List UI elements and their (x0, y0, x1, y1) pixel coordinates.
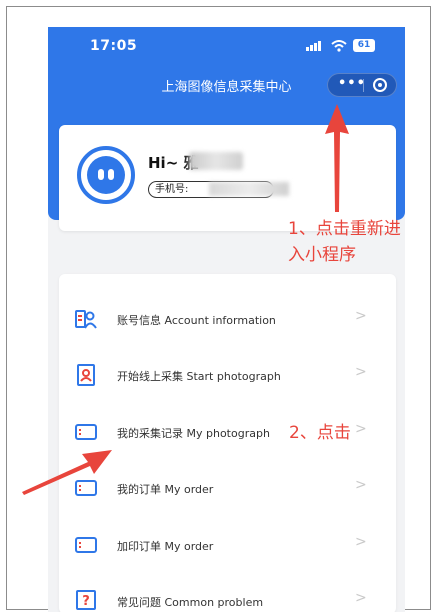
annotation-arrow-up (325, 104, 349, 212)
status-bar: 17:05 61 (48, 27, 405, 63)
menu-item-start-photograph[interactable]: 开始线上采集 Start photograph > (59, 347, 396, 403)
annotation-step1-line1: 1、点击重新进 (288, 219, 401, 239)
menu-item-reprint-order[interactable]: 加印订单 My order > (59, 517, 396, 573)
more-menu-icon[interactable]: ••• (338, 76, 366, 91)
capsule-divider (363, 79, 364, 92)
wifi-icon (331, 40, 347, 52)
chevron-right-icon: > (355, 421, 367, 437)
greeting-text: Hi~ (148, 154, 179, 172)
status-time: 17:05 (90, 38, 138, 54)
my-photograph-icon (75, 424, 97, 440)
redacted-phone (209, 182, 289, 196)
svg-text:?: ? (82, 594, 90, 609)
menu-item-label: 账号信息 Account information (117, 314, 276, 327)
menu-item-label: 加印订单 My order (117, 540, 214, 553)
menu-item-account-info[interactable]: 账号信息 Account information > (59, 291, 396, 347)
cellular-signal-icon (306, 41, 321, 51)
chevron-right-icon: > (355, 364, 367, 380)
menu-item-label: 我的订单 My order (117, 483, 214, 496)
annotation-step2: 2、点击 (289, 423, 351, 443)
menu-list: 账号信息 Account information > 开始线上采集 Start … (59, 274, 396, 612)
annotation-arrow-left (22, 450, 112, 495)
battery-indicator: 61 (353, 39, 375, 52)
avatar[interactable] (77, 146, 135, 204)
miniprogram-capsule[interactable]: ••• (327, 73, 397, 97)
chevron-right-icon: > (355, 308, 367, 324)
phone-label: 手机号: (155, 184, 189, 195)
menu-item-label: 开始线上采集 Start photograph (117, 370, 281, 383)
annotation-step1-line2: 入小程序 (288, 245, 356, 265)
close-miniprogram-icon[interactable] (373, 78, 387, 92)
menu-item-label: 常见问题 Common problem (117, 596, 264, 609)
menu-item-common-problem[interactable]: ? 常见问题 Common problem > (59, 573, 396, 612)
menu-item-label: 我的采集记录 My photograph (117, 427, 270, 440)
reprint-order-icon (75, 537, 97, 553)
help-icon: ? (76, 590, 96, 610)
chevron-right-icon: > (355, 534, 367, 550)
chevron-right-icon: > (355, 590, 367, 606)
redacted-name (189, 152, 243, 170)
account-info-icon (75, 310, 97, 329)
chevron-right-icon: > (355, 477, 367, 493)
start-photograph-icon (77, 364, 95, 386)
avatar-face-icon (87, 156, 125, 194)
